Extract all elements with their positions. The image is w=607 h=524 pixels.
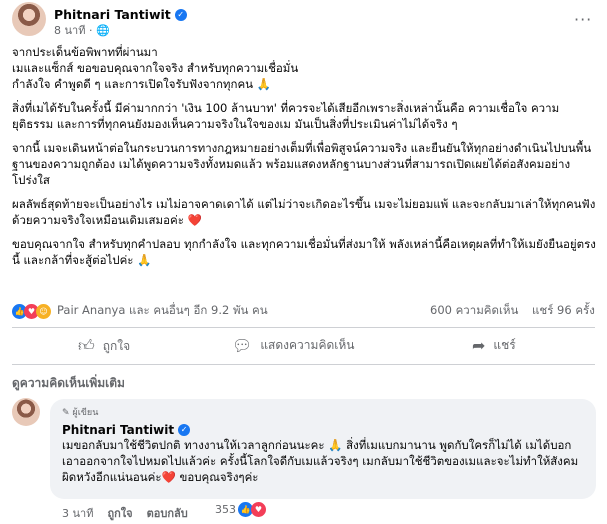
post-time[interactable]: 8 นาที	[54, 24, 85, 37]
comment-footer: 3 นาที ถูกใจ ตอบกลับ	[62, 504, 188, 522]
comment-label: แสดงความคิดเห็น	[260, 338, 355, 352]
divider	[12, 364, 595, 365]
thumbs-up-icon: 👍︎	[78, 336, 95, 355]
like-label: ถูกใจ	[102, 338, 131, 353]
commenter-avatar[interactable]	[12, 398, 40, 426]
comment-text: เมขอกลับมาใช้ชีวิตปกติ ทางงานให้เวลาลูกก…	[62, 438, 579, 484]
author-name[interactable]: Phitnari Tantiwit	[54, 7, 171, 22]
verified-badge-icon: ✓	[178, 423, 191, 436]
share-label: แชร์	[493, 338, 516, 352]
verified-badge-icon: ✓	[174, 8, 187, 21]
comment-icon: 💬︎	[232, 336, 253, 355]
post-paragraph: จากประเด็นข้อพิพาทที่ผ่านมา เมและแซ็กส์ …	[12, 45, 299, 91]
care-reaction-icon: ☺	[36, 303, 51, 319]
post-paragraph: สิ่งที่เมได้รับในครั้งนี้ มีค่ามากกว่า '…	[12, 101, 560, 131]
shares-count[interactable]: แชร์ 96 ครั้ง	[532, 303, 595, 317]
comment-bubble: ✎ ผู้เขียน Phitnari Tantiwit ✓ เมขอกลับมา…	[50, 399, 596, 499]
post-paragraph: จากนี้ เมจะเดินหน้าต่อในกระบวนการทางกฎหม…	[12, 141, 592, 187]
reactions-text: Pair Ananya และ คนอื่นๆ อีก 9.2 พัน คน	[57, 303, 268, 317]
love-reaction-icon: ♥	[251, 502, 266, 517]
author-badge: ✎ ผู้เขียน	[62, 405, 98, 419]
comment-reaction-count: 353	[215, 503, 236, 516]
view-more-comments[interactable]: ดูความคิดเห็นเพิ่มเติม	[12, 374, 125, 393]
comments-count[interactable]: 600 ความคิดเห็น	[430, 303, 518, 317]
author-badge-label: ผู้เขียน	[72, 408, 99, 418]
post-paragraph: ผลลัพธ์สุดท้ายจะเป็นอย่างไร เมไม่อาจคาดเ…	[12, 197, 596, 227]
reactions-summary[interactable]: 👍 ♥ ☺ Pair Ananya และ คนอื่นๆ อีก 9.2 พั…	[12, 302, 268, 320]
more-options-icon[interactable]: ···	[574, 10, 592, 29]
comment-reactions[interactable]: 353 👍 ♥	[215, 502, 266, 517]
comment-author[interactable]: Phitnari Tantiwit	[62, 423, 174, 437]
share-icon: ➦	[472, 336, 486, 355]
post-body: จากประเด็นข้อพิพาทที่ผ่านมา เมและแซ็กส์ …	[12, 44, 600, 268]
comment-like-button[interactable]: ถูกใจ	[107, 504, 132, 522]
post-paragraph: ขอบคุณจากใจ สำหรับทุกคำปลอบ ทุกกำลังใจ แ…	[12, 237, 596, 267]
globe-icon: 🌐	[95, 24, 110, 37]
author-avatar[interactable]	[12, 2, 46, 36]
comment-reply-button[interactable]: ตอบกลับ	[147, 504, 188, 522]
share-button[interactable]: ➦ แชร์	[472, 336, 516, 355]
author-badge-icon: ✎	[62, 408, 70, 418]
like-button[interactable]: 👍︎ ถูกใจ	[78, 336, 130, 356]
post-meta: 8 นาที · 🌐	[54, 24, 110, 37]
comment-time[interactable]: 3 นาที	[62, 504, 93, 522]
comment-header: Phitnari Tantiwit ✓	[62, 419, 191, 438]
comment-button[interactable]: 💬︎ แสดงความคิดเห็น	[232, 336, 354, 355]
divider	[12, 327, 595, 328]
engagement-counts: 600 ความคิดเห็น แชร์ 96 ครั้ง	[430, 302, 595, 320]
